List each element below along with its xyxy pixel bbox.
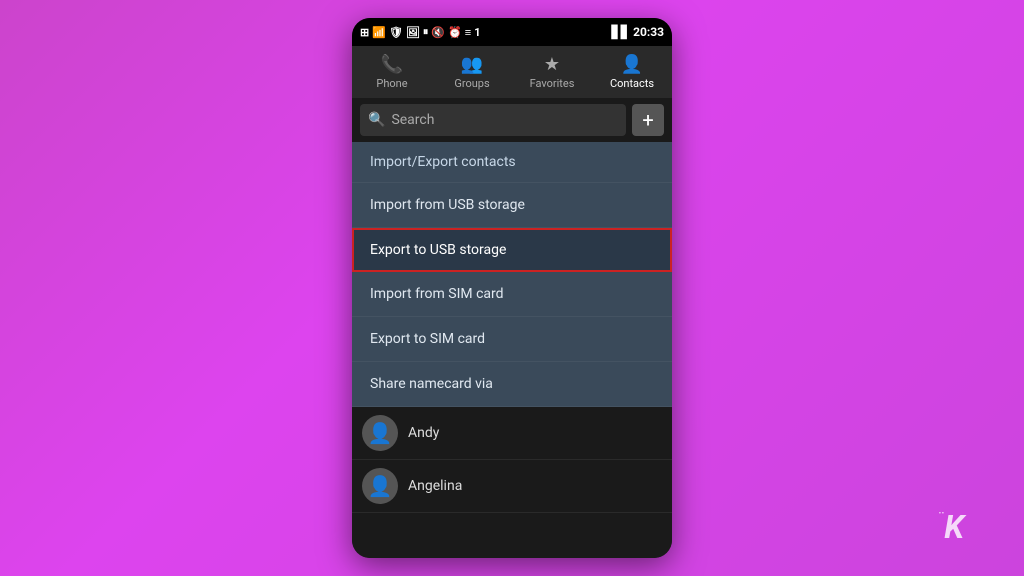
menu-item-import-export-label: Import/Export contacts — [370, 154, 516, 170]
avatar-angelina: 👤 — [362, 468, 398, 504]
menu-item-export-usb-label: Export to USB storage — [370, 242, 506, 258]
tab-favorites-label: Favorites — [530, 77, 575, 90]
nav-tabs: 📞 Phone 👥 Groups ★ Favorites 👤 Contacts — [352, 46, 672, 98]
status-icon-pause: ⏸ — [423, 25, 429, 39]
tab-contacts-label: Contacts — [610, 77, 654, 90]
tab-contacts[interactable]: 👤 Contacts — [592, 46, 672, 98]
favorites-icon: ★ — [544, 54, 560, 75]
status-icon-data: ≡ — [465, 26, 471, 39]
contact-row-andy[interactable]: 👤 Andy — [352, 407, 672, 460]
menu-item-import-sim-label: Import from SIM card — [370, 286, 504, 302]
add-contact-button[interactable]: + — [632, 104, 664, 136]
status-icon-mute: 🔇 — [431, 26, 445, 39]
menu-item-export-usb[interactable]: Export to USB storage — [352, 228, 672, 272]
tab-groups[interactable]: 👥 Groups — [432, 46, 512, 98]
menu-item-export-sim-label: Export to SIM card — [370, 331, 485, 347]
contact-row-angelina[interactable]: 👤 Angelina — [352, 460, 672, 513]
search-placeholder: Search — [391, 112, 434, 128]
avatar-andy: 👤 — [362, 415, 398, 451]
menu-item-import-sim[interactable]: Import from SIM card — [352, 272, 672, 317]
contacts-icon: 👤 — [621, 54, 643, 75]
contacts-area: 👤 Andy 👤 Angelina Copied to clipboard — [352, 407, 672, 558]
groups-icon: 👥 — [461, 54, 483, 75]
search-bar: 🔍 Search + — [352, 98, 672, 142]
status-icon-alarm: ⏰ — [448, 26, 462, 39]
search-icon: 🔍 — [368, 112, 385, 128]
tab-groups-label: Groups — [454, 77, 489, 90]
status-icon-image: 🖼 — [406, 26, 420, 39]
contact-name-angelina: Angelina — [408, 478, 462, 494]
menu-item-share-namecard-label: Share namecard via — [370, 376, 493, 392]
menu-item-share-namecard[interactable]: Share namecard via — [352, 362, 672, 407]
watermark: ··K — [938, 508, 964, 546]
menu-item-import-usb-label: Import from USB storage — [370, 197, 525, 213]
contact-name-andy: Andy — [408, 425, 439, 441]
tab-phone[interactable]: 📞 Phone — [352, 46, 432, 98]
watermark-letter: K — [944, 508, 964, 546]
menu-item-export-sim[interactable]: Export to SIM card — [352, 317, 672, 362]
tab-phone-label: Phone — [376, 77, 407, 90]
phone-frame: ⊞ 📶 🛡 🖼 ⏸ 🔇 ⏰ ≡ 1 ▋▋ 20:33 📞 Phone 👥 Gro… — [352, 18, 672, 558]
add-icon: + — [642, 108, 653, 132]
menu-item-import-export-title[interactable]: Import/Export contacts — [352, 142, 672, 183]
clock: 20:33 — [633, 25, 664, 39]
status-icon-number: 1 — [474, 26, 480, 39]
dropdown-menu: Import/Export contacts Import from USB s… — [352, 142, 672, 407]
menu-item-import-usb[interactable]: Import from USB storage — [352, 183, 672, 228]
tab-favorites[interactable]: ★ Favorites — [512, 46, 592, 98]
status-icon-shield: 🛡 — [389, 26, 403, 39]
phone-icon: 📞 — [381, 54, 403, 75]
status-icon-plus: ⊞ — [360, 26, 369, 39]
status-icons-left: ⊞ 📶 🛡 🖼 ⏸ 🔇 ⏰ ≡ 1 — [360, 25, 481, 39]
signal-bars: ▋▋ — [612, 25, 630, 39]
search-input-box[interactable]: 🔍 Search — [360, 104, 626, 136]
status-right: ▋▋ 20:33 — [612, 25, 664, 39]
status-bar: ⊞ 📶 🛡 🖼 ⏸ 🔇 ⏰ ≡ 1 ▋▋ 20:33 — [352, 18, 672, 46]
status-icon-signal: 📶 — [372, 26, 386, 39]
